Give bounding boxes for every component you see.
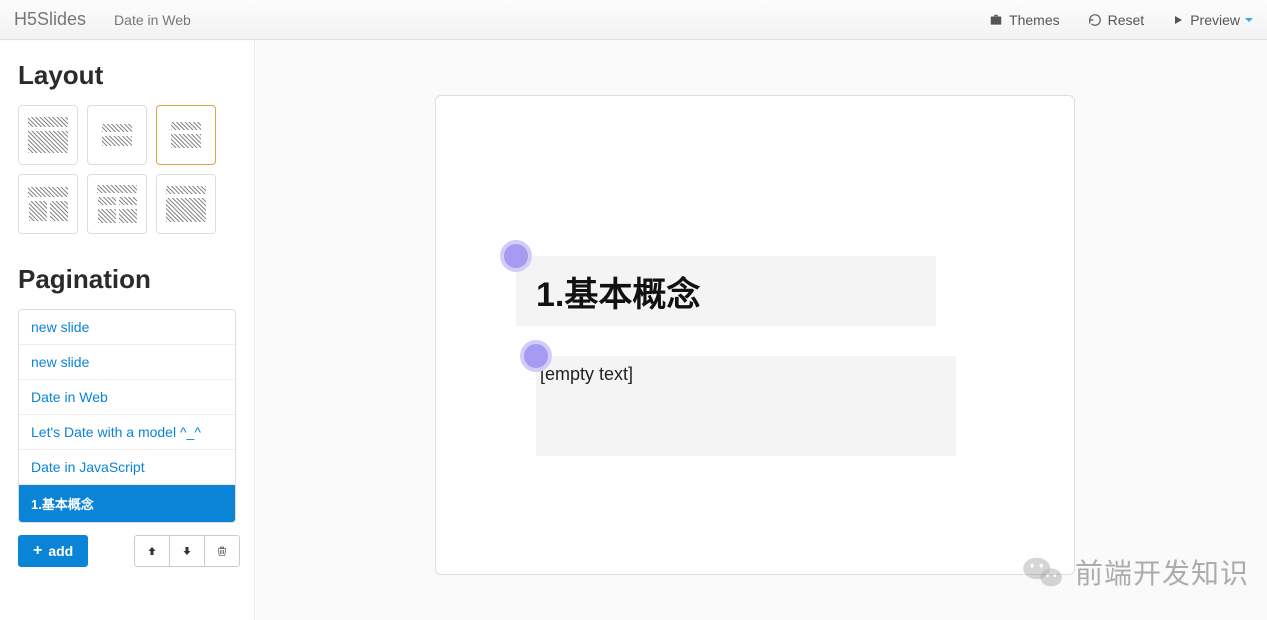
layout-option-4[interactable] [18, 174, 78, 234]
reset-button[interactable]: Reset [1088, 12, 1145, 28]
drag-handle-icon[interactable] [520, 340, 552, 372]
add-button[interactable]: + add [18, 535, 88, 567]
canvas-area: 1.基本概念 [empty text] 前端开发知识 [255, 40, 1267, 620]
layout-option-1[interactable] [18, 105, 78, 165]
play-icon [1172, 14, 1184, 26]
briefcase-icon [989, 13, 1003, 27]
subtitle[interactable]: Date in Web [114, 12, 191, 28]
move-up-button[interactable] [134, 535, 170, 567]
refresh-icon [1088, 13, 1102, 27]
delete-button[interactable] [204, 535, 240, 567]
page-item[interactable]: Date in Web [19, 380, 235, 415]
page-item-active[interactable]: 1.基本概念 [19, 485, 235, 522]
layout-grid [18, 105, 236, 234]
page-item[interactable]: new slide [19, 310, 235, 345]
plus-icon: + [33, 542, 42, 560]
pagination-title: Pagination [18, 264, 236, 295]
slide-title-text: 1.基本概念 [536, 267, 700, 316]
caret-down-icon [1245, 18, 1253, 22]
navbar: H5Slides Date in Web Themes Reset Previe… [0, 0, 1267, 40]
slide-body-text: [empty text] [540, 364, 633, 384]
trash-icon [216, 545, 228, 557]
themes-button[interactable]: Themes [989, 12, 1060, 28]
page-item[interactable]: new slide [19, 345, 235, 380]
brand[interactable]: H5Slides [14, 9, 86, 30]
slide-body-box[interactable]: [empty text] [536, 356, 956, 456]
pagination-controls: + add [18, 535, 236, 567]
sidebar: Layout Pagi [0, 40, 255, 620]
page-list: new slide new slide Date in Web Let's Da… [18, 309, 236, 523]
preview-button[interactable]: Preview [1172, 12, 1253, 28]
page-item[interactable]: Let's Date with a model ^_^ [19, 415, 235, 450]
layout-title: Layout [18, 60, 236, 91]
watermark-text: 前端开发知识 [1075, 552, 1249, 592]
slide[interactable]: 1.基本概念 [empty text] [435, 95, 1075, 575]
layout-option-3[interactable] [156, 105, 216, 165]
move-down-button[interactable] [169, 535, 205, 567]
layout-option-6[interactable] [156, 174, 216, 234]
page-item[interactable]: Date in JavaScript [19, 450, 235, 485]
arrow-up-icon [146, 545, 158, 557]
layout-option-2[interactable] [87, 105, 147, 165]
drag-handle-icon[interactable] [500, 240, 532, 272]
layout-option-5[interactable] [87, 174, 147, 234]
arrow-down-icon [181, 545, 193, 557]
slide-title-box[interactable]: 1.基本概念 [516, 256, 936, 326]
